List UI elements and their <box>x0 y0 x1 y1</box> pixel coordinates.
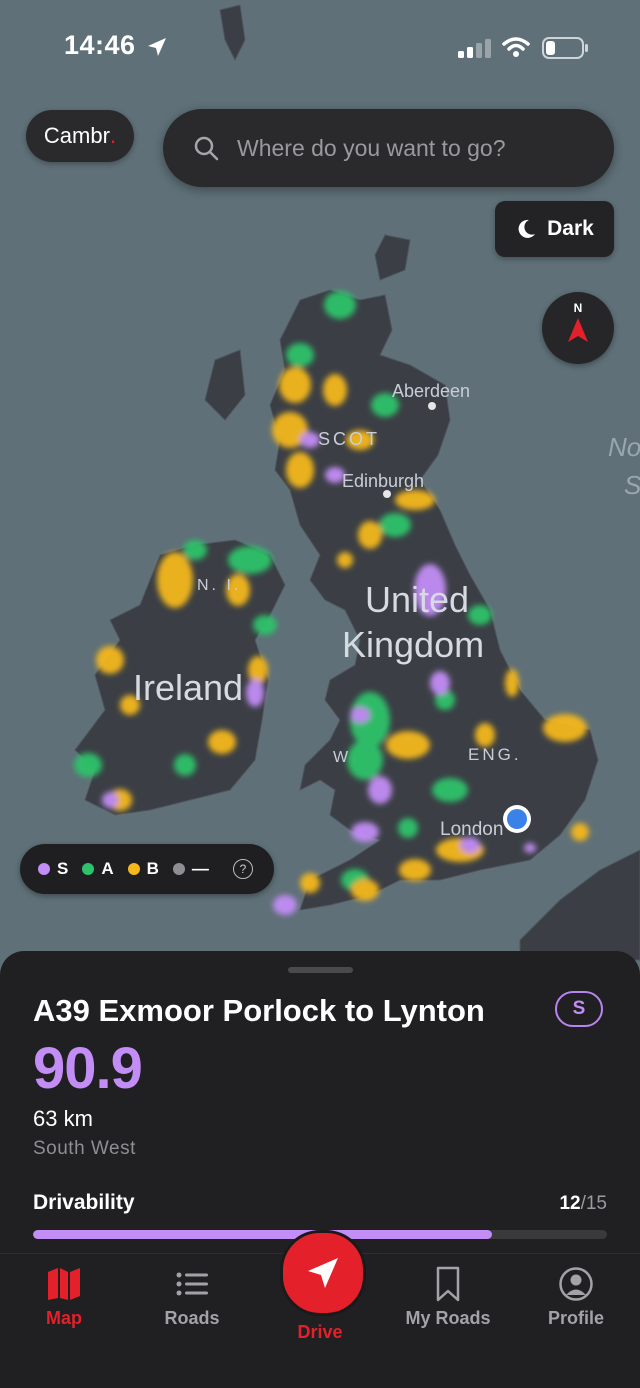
legend-help-icon[interactable]: ? <box>232 859 253 879</box>
road-score: 90.9 <box>33 1036 143 1101</box>
tab-map[interactable]: Map <box>0 1266 128 1329</box>
map-icon <box>48 1268 80 1300</box>
legend-item-b: B <box>127 859 159 879</box>
legend-item-a: A <box>82 859 114 879</box>
dark-mode-label: Dark <box>547 217 594 240</box>
wifi-icon <box>502 37 530 57</box>
legend-item-none: — <box>172 859 209 879</box>
tier-badge: S <box>555 991 603 1027</box>
map-label-north-sea-1: No <box>608 432 640 462</box>
map-label-scotland: SCOT <box>318 429 380 449</box>
user-location-marker <box>503 805 531 833</box>
bookmark-icon <box>436 1266 460 1302</box>
compass-arrow-icon <box>568 318 588 342</box>
road-detail-sheet[interactable]: A39 Exmoor Porlock to Lynton S 90.9 63 k… <box>0 951 640 1253</box>
legend-item-s: S <box>38 859 68 879</box>
battery-icon <box>542 37 588 59</box>
drivability-label: Drivability <box>33 1191 135 1214</box>
road-title: A39 Exmoor Porlock to Lynton <box>33 993 485 1028</box>
map-label-london: London <box>440 819 503 840</box>
cellular-signal-icon <box>458 39 491 58</box>
status-bar: 14:46 <box>0 0 640 96</box>
brand-name: Cambr <box>43 123 110 148</box>
tab-drive-label[interactable]: Drive <box>256 1322 384 1343</box>
navigation-arrow-icon <box>308 1258 338 1288</box>
brand-logo-button[interactable]: Cambr. <box>26 110 134 162</box>
map-label-england: ENG. <box>468 745 522 764</box>
tab-my-roads[interactable]: My Roads <box>384 1266 512 1329</box>
sheet-drag-handle[interactable] <box>288 967 353 973</box>
search-placeholder: Where do you want to go? <box>237 134 506 161</box>
map-label-edinburgh: Edinburgh <box>342 471 424 491</box>
drivability-bar-fill <box>33 1230 493 1239</box>
tier-legend: S A B — ? <box>20 844 274 894</box>
map-label-kingdom: Kingdom <box>342 624 484 665</box>
road-distance: 63 km <box>33 1106 93 1131</box>
moon-icon <box>518 219 536 238</box>
tab-profile[interactable]: Profile <box>512 1266 640 1329</box>
map-label-ireland: Ireland <box>133 667 243 708</box>
compass-button[interactable]: N <box>542 292 614 364</box>
compass-north-label: N <box>573 301 583 315</box>
brand-dot: . <box>109 123 117 148</box>
drivability-count: 12/15 <box>559 1193 607 1214</box>
dark-mode-toggle[interactable]: Dark <box>495 201 614 257</box>
search-icon <box>194 136 219 161</box>
map-label-north-sea-2: S <box>624 470 640 500</box>
drive-button[interactable] <box>280 1230 366 1316</box>
map-label-wales: W <box>333 749 351 766</box>
map-label-ni: N. I. <box>197 577 241 594</box>
map-label-aberdeen: Aberdeen <box>392 381 470 401</box>
map-label-united: United <box>365 579 469 620</box>
tab-roads[interactable]: Roads <box>128 1266 256 1329</box>
tab-bar: Map Roads Drive My Roads Profile <box>0 1230 640 1388</box>
status-time: 14:46 <box>64 30 136 60</box>
location-arrow-icon <box>148 38 166 56</box>
list-icon <box>176 1272 208 1296</box>
search-bar[interactable]: Where do you want to go? <box>163 109 614 187</box>
profile-icon <box>559 1267 593 1301</box>
road-region: South West <box>33 1138 136 1159</box>
